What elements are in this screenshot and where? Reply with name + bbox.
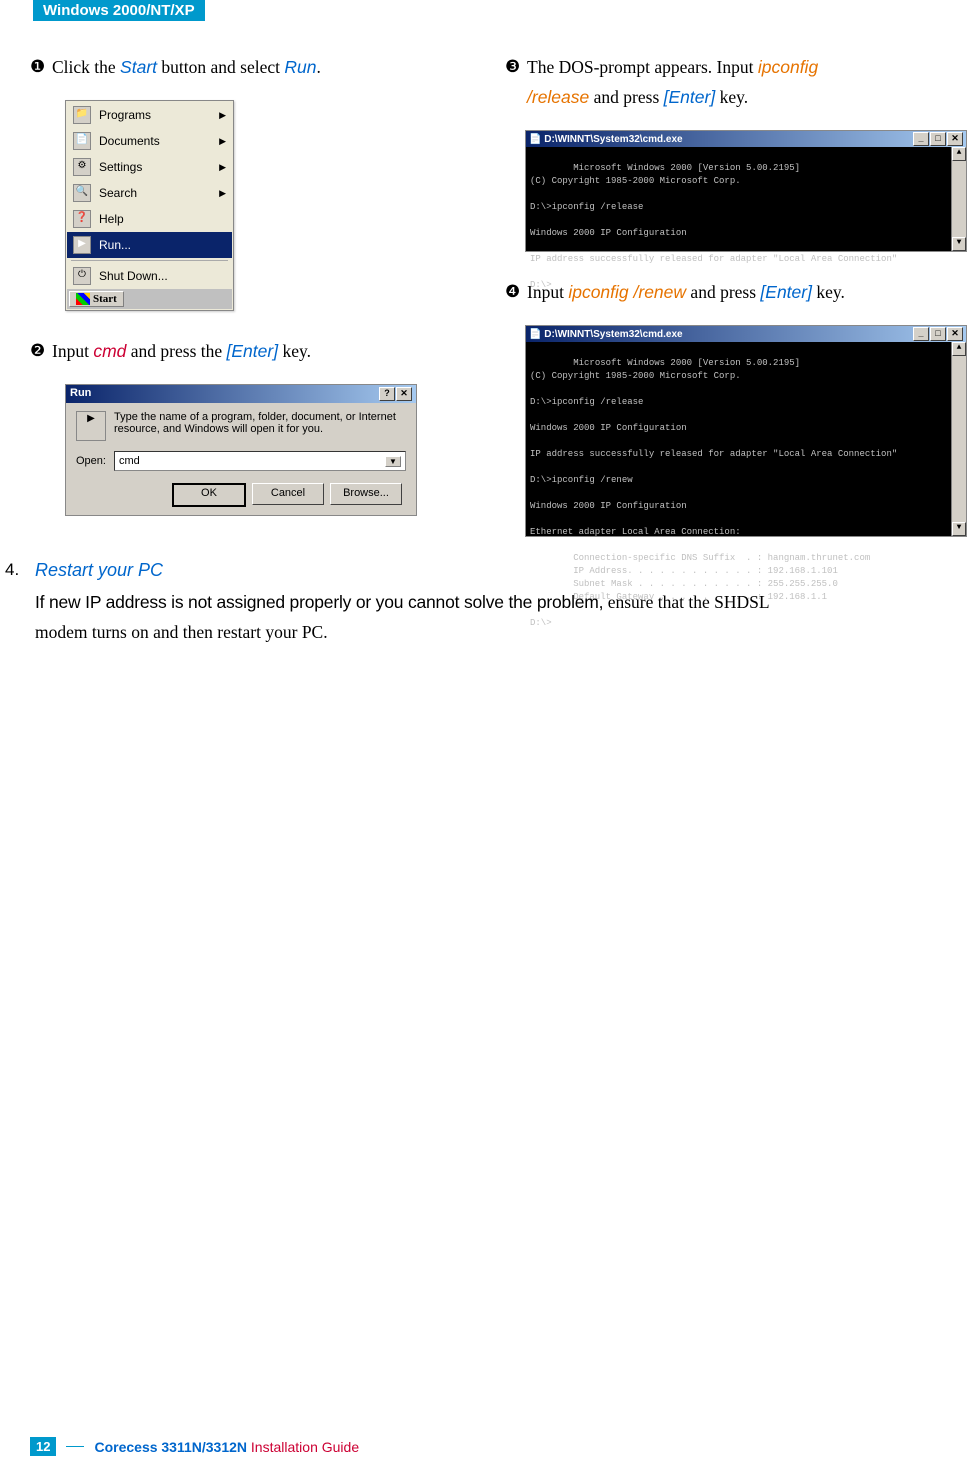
step-number: ❷ — [30, 336, 52, 366]
step-2: ❷ Input cmd and press the [Enter] key. — [30, 336, 490, 366]
key-enter: [Enter] — [227, 341, 279, 361]
key-enter: [Enter] — [664, 87, 716, 107]
chevron-right-icon: ▶ — [219, 110, 226, 121]
close-icon: ✕ — [947, 132, 963, 146]
menu-item-shutdown: ⏻ Shut Down... — [67, 263, 232, 289]
menu-item-documents: 📄 Documents ▶ — [67, 128, 232, 154]
menu-item-run: ▶ Run... — [67, 232, 232, 258]
keyword-run: Run — [284, 57, 316, 77]
step-4: ❹ Input ipconfig /renew and press [Enter… — [505, 277, 965, 307]
run-icon: ▶ — [73, 236, 91, 254]
close-icon: ✕ — [396, 387, 412, 401]
gear-icon: ⚙ — [73, 158, 91, 176]
keyword-start: Start — [120, 57, 157, 77]
menu-item-help: ❓ Help — [67, 206, 232, 232]
key-enter: [Enter] — [760, 282, 812, 302]
start-button: Start — [69, 291, 124, 307]
menu-item-settings: ⚙ Settings ▶ — [67, 154, 232, 180]
chevron-right-icon: ▶ — [219, 188, 226, 199]
folder-icon: 📁 — [73, 106, 91, 124]
step-number: ❶ — [30, 52, 52, 82]
taskbar: Start — [67, 289, 232, 309]
step-text: Click the Start button and select Run. — [52, 52, 321, 82]
section-restart: 4. Restart your PC If new IP address is … — [0, 560, 958, 647]
close-icon: ✕ — [947, 327, 963, 341]
section-title: Restart your PC — [35, 560, 958, 581]
help-icon: ? — [379, 387, 395, 401]
chevron-right-icon: ▶ — [219, 136, 226, 147]
step-number: ❸ — [505, 52, 527, 82]
minimize-icon: _ — [913, 327, 929, 341]
step-1: ❶ Click the Start button and select Run. — [30, 52, 490, 82]
scrollbar: ▲ ▼ — [951, 147, 966, 251]
command-renew: ipconfig /renew — [568, 282, 686, 302]
command-ipconfig: ipconfig — [758, 57, 818, 77]
power-icon: ⏻ — [73, 267, 91, 285]
cancel-button: Cancel — [252, 483, 324, 505]
section-body: If new IP address is not assigned proper… — [35, 587, 958, 647]
cmd-titlebar: 📄 D:\WINNT\System32\cmd.exe _ □ ✕ — [526, 326, 966, 342]
command-release: /release — [527, 87, 589, 107]
divider — [71, 260, 228, 261]
step-text: The DOS-prompt appears. Input ipconfig — [527, 52, 965, 82]
divider — [66, 1446, 84, 1447]
open-input: cmd ▼ — [114, 451, 406, 471]
cmd-output: Microsoft Windows 2000 [Version 5.00.219… — [526, 147, 966, 251]
dialog-titlebar: Run ? ✕ — [66, 385, 416, 403]
scroll-up-icon: ▲ — [952, 342, 966, 356]
scroll-down-icon: ▼ — [952, 522, 966, 536]
step-text: /release and press [Enter] key. — [527, 82, 748, 112]
menu-item-programs: 📁 Programs ▶ — [67, 102, 232, 128]
scroll-up-icon: ▲ — [952, 147, 966, 161]
section-number: 4. — [0, 560, 35, 647]
scrollbar: ▲ ▼ — [951, 342, 966, 536]
start-menu-screenshot: 📁 Programs ▶ 📄 Documents ▶ ⚙ Settings ▶ … — [65, 100, 234, 311]
cmd-window-renew: 📄 D:\WINNT\System32\cmd.exe _ □ ✕ Micros… — [525, 325, 967, 537]
dropdown-icon: ▼ — [385, 456, 401, 467]
step-text: Input ipconfig /renew and press [Enter] … — [527, 277, 845, 307]
scroll-down-icon: ▼ — [952, 237, 966, 251]
browse-button: Browse... — [330, 483, 402, 505]
step-text: Input cmd and press the [Enter] key. — [52, 336, 311, 366]
step-number: ❹ — [505, 277, 527, 307]
step-3: ❸ The DOS-prompt appears. Input ipconfig… — [505, 52, 965, 112]
chevron-right-icon: ▶ — [219, 162, 226, 173]
windows-logo-icon — [76, 293, 90, 305]
footer-text: Corecess 3311N/3312N Installation Guide — [94, 1439, 359, 1455]
menu-item-search: 🔍 Search ▶ — [67, 180, 232, 206]
maximize-icon: □ — [930, 132, 946, 146]
open-label: Open: — [76, 455, 106, 467]
page-footer: 12 Corecess 3311N/3312N Installation Gui… — [30, 1437, 359, 1456]
cmd-window-release: 📄 D:\WINNT\System32\cmd.exe _ □ ✕ Micros… — [525, 130, 967, 252]
ok-button: OK — [172, 483, 246, 507]
help-icon: ❓ — [73, 210, 91, 228]
cmd-output: Microsoft Windows 2000 [Version 5.00.219… — [526, 342, 966, 536]
document-icon: 📄 — [73, 132, 91, 150]
search-icon: 🔍 — [73, 184, 91, 202]
page-number: 12 — [30, 1437, 56, 1456]
command-cmd: cmd — [93, 341, 126, 361]
section-tab: Windows 2000/NT/XP — [33, 0, 205, 21]
cmd-titlebar: 📄 D:\WINNT\System32\cmd.exe _ □ ✕ — [526, 131, 966, 147]
maximize-icon: □ — [930, 327, 946, 341]
run-icon: ▶ — [76, 411, 106, 441]
dialog-description: ▶ Type the name of a program, folder, do… — [76, 411, 406, 441]
minimize-icon: _ — [913, 132, 929, 146]
run-dialog-screenshot: Run ? ✕ ▶ Type the name of a program, fo… — [65, 384, 417, 516]
